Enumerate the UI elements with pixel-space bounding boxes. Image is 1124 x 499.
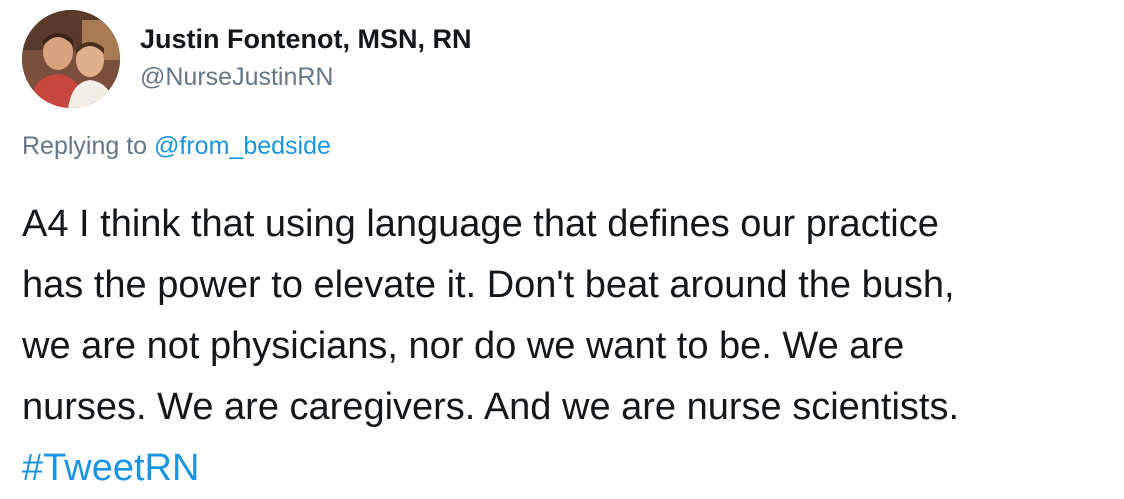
author-handle[interactable]: @NurseJustinRN [140,63,333,92]
replying-to-label: Replying to [22,132,148,160]
reply-mention-link[interactable]: @from_bedside [154,132,331,160]
tweet-text-line: A4 I think that using language that defi… [22,203,939,245]
avatar[interactable] [22,10,120,108]
replying-to: Replying to @from_bedside [22,132,331,161]
tweet-text-line: we are not physicians, nor do we want to… [22,325,905,367]
avatar-photo [22,10,120,108]
tweet-text-line: nurses. We are caregivers. And we are nu… [22,386,960,428]
tweet-text-line: has the power to elevate it. Don't beat … [22,264,955,306]
tweet-text: A4 I think that using language that defi… [22,194,1112,499]
tweet-card: Justin Fontenot, MSN, RN @NurseJustinRN … [0,0,1124,489]
author-name[interactable]: Justin Fontenot, MSN, RN [140,24,471,55]
hashtag-link[interactable]: #TweetRN [22,438,1112,499]
